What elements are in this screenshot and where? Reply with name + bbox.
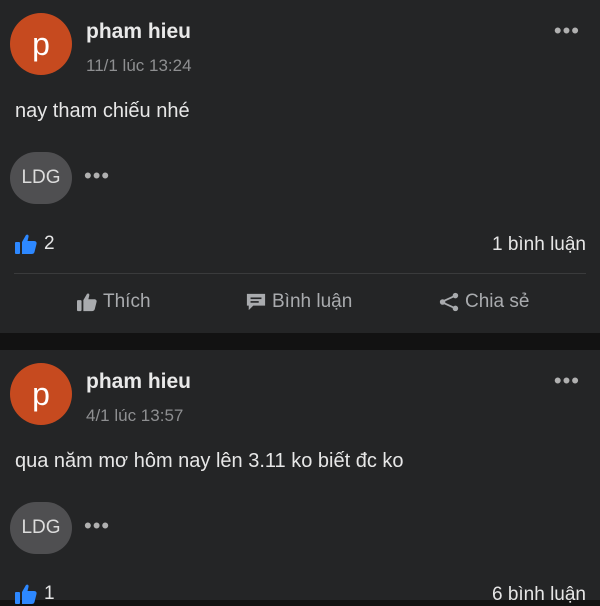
avatar[interactable]: p [10,13,72,75]
more-options-icon[interactable]: ••• [554,368,580,394]
like-count-value: 1 [44,583,55,604]
post-text: qua năm mơ hôm nay lên 3.11 ko biết đc k… [15,450,404,472]
share-icon [438,291,460,313]
tagged-more-icon[interactable]: ••• [84,163,110,189]
thumbs-up-icon [14,233,38,255]
comment-icon [245,292,267,312]
share-label: Chia sẻ [465,291,530,312]
post-card: p pham hieu 11/1 lúc 13:24 ••• nay tham … [0,0,600,333]
like-button[interactable]: Thích [76,291,151,313]
tagged-avatar[interactable]: LDG [10,152,72,204]
like-count[interactable]: 1 [14,583,55,605]
author-name[interactable]: pham hieu [86,370,191,394]
like-count-value: 2 [44,233,55,254]
post-timestamp[interactable]: 4/1 lúc 13:57 [86,406,183,426]
divider [14,273,586,274]
action-bar: Thích Bình luận Chia sẻ [0,280,600,328]
thumbs-up-icon [14,583,38,605]
author-name[interactable]: pham hieu [86,20,191,44]
tagged-more-icon[interactable]: ••• [84,513,110,539]
post-card: p pham hieu 4/1 lúc 13:57 ••• qua năm mơ… [0,350,600,605]
post-text: nay tham chiếu nhé [15,100,190,122]
comment-count[interactable]: 6 bình luận [492,584,586,606]
more-options-icon[interactable]: ••• [554,18,580,44]
tagged-avatar[interactable]: LDG [10,502,72,554]
share-button[interactable]: Chia sẻ [438,291,529,313]
like-count[interactable]: 2 [14,233,55,255]
avatar[interactable]: p [10,363,72,425]
like-label: Thích [103,291,151,312]
comment-button[interactable]: Bình luận [245,291,352,313]
post-timestamp[interactable]: 11/1 lúc 13:24 [86,56,192,76]
thumbs-up-icon [76,292,98,312]
comment-label: Bình luận [272,291,353,312]
comment-count[interactable]: 1 bình luận [492,234,586,256]
